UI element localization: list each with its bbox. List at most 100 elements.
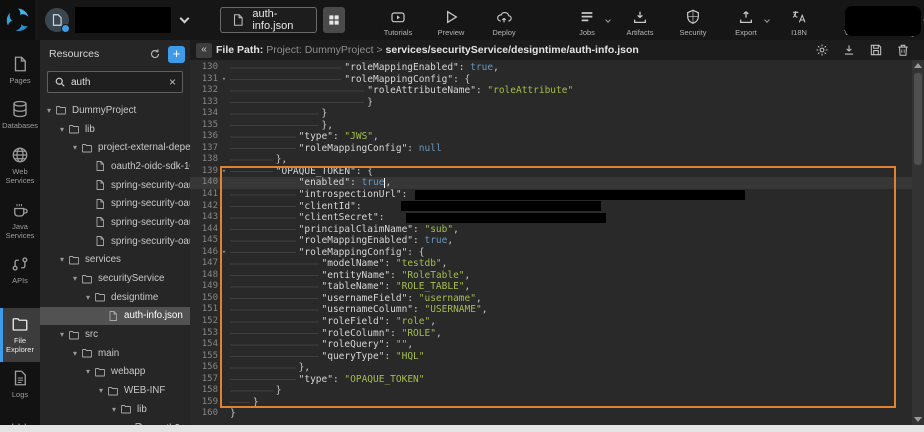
code-text: "principalClaimName": "sub", (230, 224, 912, 236)
code-line-152[interactable]: 152"roleField": "role", (190, 316, 912, 328)
tab-auth-info-json[interactable]: auth-info.json (220, 7, 316, 33)
sidebar-item-file-explorer[interactable]: File Explorer (0, 308, 40, 363)
toolbar-i18n-button[interactable]: I18N (780, 9, 818, 37)
collapse-panel-icon[interactable]: « (196, 43, 212, 58)
toolbar-preview-button[interactable]: Preview (432, 9, 470, 37)
code-line-148[interactable]: 148"entityName": "RoleTable", (190, 270, 912, 282)
code-line-142[interactable]: 142"clientId": (190, 201, 912, 213)
code-line-143[interactable]: 143"clientSecret": (190, 212, 912, 224)
code-line-139[interactable]: 139▾"OPAQUE_TOKEN": { (190, 166, 912, 178)
code-line-135[interactable]: 135}, (190, 120, 912, 132)
file-settings-gear-icon[interactable] (815, 43, 829, 57)
code-line-151[interactable]: 151"usernameColumn": "USERNAME", (190, 304, 912, 316)
code-line-155[interactable]: 155"queryType": "HQL" (190, 351, 912, 363)
code-line-144[interactable]: 144"principalClaimName": "sub", (190, 224, 912, 236)
resources-search[interactable]: auth × (47, 71, 183, 93)
tree-caret-icon[interactable]: ▾ (83, 367, 93, 376)
path-actions (815, 43, 924, 57)
code-line-153[interactable]: 153"roleColumn": "ROLE", (190, 328, 912, 340)
tree-file-spring-security-oau[interactable]: spring-security-oau (40, 232, 190, 251)
tree-file-spring-security-oau[interactable]: spring-security-oau (40, 194, 190, 213)
dashboard-grid-button[interactable] (323, 7, 345, 33)
tree-folder-securityService[interactable]: ▾securityService (40, 269, 190, 288)
toolbar-jobs-button[interactable]: Jobs (568, 9, 606, 37)
clear-search-icon[interactable]: × (169, 75, 176, 89)
toolbar-export-button[interactable]: Export (727, 9, 765, 37)
tree-caret-icon[interactable]: ▾ (96, 386, 106, 395)
tree-caret-icon[interactable]: ▾ (44, 106, 54, 115)
line-number: 148 (190, 270, 218, 282)
tree-caret-icon[interactable]: ▾ (57, 255, 67, 264)
scroll-down-icon[interactable] (914, 417, 922, 422)
code-line-137[interactable]: 137"roleMappingConfig": null (190, 143, 912, 155)
tree-folder-lib[interactable]: ▾lib (40, 400, 190, 419)
delete-file-icon[interactable] (896, 43, 910, 57)
search-input[interactable]: auth (71, 77, 164, 88)
code-line-160[interactable]: 160} (190, 408, 912, 420)
tree-caret-icon[interactable]: ▾ (70, 274, 80, 283)
tree-file-spring-security-oau[interactable]: spring-security-oau (40, 213, 190, 232)
code-editor[interactable]: 130"roleMappingEnabled": true,131▾"roleM… (190, 60, 924, 425)
tree-caret-icon[interactable]: ▾ (57, 125, 67, 134)
code-line-147[interactable]: 147"modelName": "testdb", (190, 258, 912, 270)
add-resource-button[interactable]: + (168, 46, 185, 63)
sidebar-item-logs[interactable]: Logs (0, 362, 40, 407)
tree-folder-lib[interactable]: ▾lib (40, 120, 190, 139)
code-line-156[interactable]: 156}, (190, 362, 912, 374)
fold-marker-icon[interactable]: ▾ (218, 247, 230, 259)
sidebar-item-java-services[interactable]: Java Services (0, 194, 40, 249)
tree-caret-icon[interactable]: ▾ (57, 330, 67, 339)
tree-caret-icon[interactable]: ▾ (109, 405, 119, 414)
tree-folder-WEB-INF[interactable]: ▾WEB-INF (40, 381, 190, 400)
sidebar-item-apis[interactable]: APIs (0, 248, 40, 293)
code-line-157[interactable]: 157"type": "OPAQUE_TOKEN" (190, 374, 912, 386)
code-line-146[interactable]: 146▾"roleMappingConfig": { (190, 247, 912, 259)
code-line-150[interactable]: 150"usernameField": "username", (190, 293, 912, 305)
code-line-130[interactable]: 130"roleMappingEnabled": true, (190, 62, 912, 74)
project-selector[interactable] (45, 7, 188, 33)
code-line-158[interactable]: 158} (190, 385, 912, 397)
code-line-145[interactable]: 145"roleMappingEnabled": true, (190, 235, 912, 247)
fold-marker-icon[interactable]: ▾ (218, 74, 230, 86)
code-line-136[interactable]: 136"type": "JWS", (190, 131, 912, 143)
code-line-141[interactable]: 141"introspectionUrl": (190, 189, 912, 201)
sidebar-item-web-services[interactable]: Web Services (0, 139, 40, 194)
sidebar-item-pages[interactable]: Pages (0, 48, 40, 93)
tree-file-spring-security-oau[interactable]: spring-security-oau (40, 176, 190, 195)
tree-file-oauth2-oidc-sdk-10[interactable]: oauth2-oidc-sdk-10 (40, 157, 190, 176)
code-line-134[interactable]: 134} (190, 108, 912, 120)
tree-caret-icon[interactable]: ▾ (83, 293, 93, 302)
code-line-149[interactable]: 149"tableName": "ROLE_TABLE", (190, 281, 912, 293)
toolbar-artifacts-button[interactable]: Artifacts (621, 9, 659, 37)
code-line-133[interactable]: 133} (190, 97, 912, 109)
tree-folder-services[interactable]: ▾services (40, 251, 190, 270)
editor-scrollbar[interactable] (912, 60, 924, 425)
code-line-140[interactable]: 140"enabled": true, (190, 177, 912, 189)
code-line-159[interactable]: 159} (190, 397, 912, 409)
tree-caret-icon[interactable]: ▾ (70, 143, 80, 152)
tree-caret-icon[interactable]: ▾ (70, 349, 80, 358)
toolbar-tutorials-button[interactable]: Tutorials (379, 9, 417, 37)
tree-folder-main[interactable]: ▾main (40, 344, 190, 363)
app-logo[interactable] (0, 0, 35, 40)
toolbar-security-button[interactable]: Security (674, 9, 712, 37)
code-line-132[interactable]: 132"roleAttributeName": "roleAttribute" (190, 85, 912, 97)
fold-marker-icon[interactable]: ▾ (218, 166, 230, 178)
scroll-up-icon[interactable] (914, 63, 922, 68)
scrollbar-thumb[interactable] (914, 73, 922, 165)
tree-folder-src[interactable]: ▾src (40, 325, 190, 344)
sidebar-item-databases[interactable]: Databases (0, 93, 40, 138)
save-file-icon[interactable] (869, 43, 883, 57)
tree-folder-project-external-depend[interactable]: ▾project-external-depend (40, 138, 190, 157)
refresh-icon[interactable] (149, 48, 161, 60)
page-bottom-scrollbar[interactable] (0, 425, 924, 432)
code-line-154[interactable]: 154"roleQuery": "", (190, 339, 912, 351)
tree-file-auth-info.json[interactable]: auth-info.json (40, 307, 190, 326)
tree-folder-DummyProject[interactable]: ▾DummyProject (40, 101, 190, 120)
download-file-icon[interactable] (842, 43, 856, 57)
code-line-131[interactable]: 131▾"roleMappingConfig": { (190, 74, 912, 86)
tree-folder-webapp[interactable]: ▾webapp (40, 363, 190, 382)
toolbar-deploy-button[interactable]: Deploy (485, 9, 523, 37)
code-line-138[interactable]: 138}, (190, 154, 912, 166)
tree-folder-designtime[interactable]: ▾designtime (40, 288, 190, 307)
